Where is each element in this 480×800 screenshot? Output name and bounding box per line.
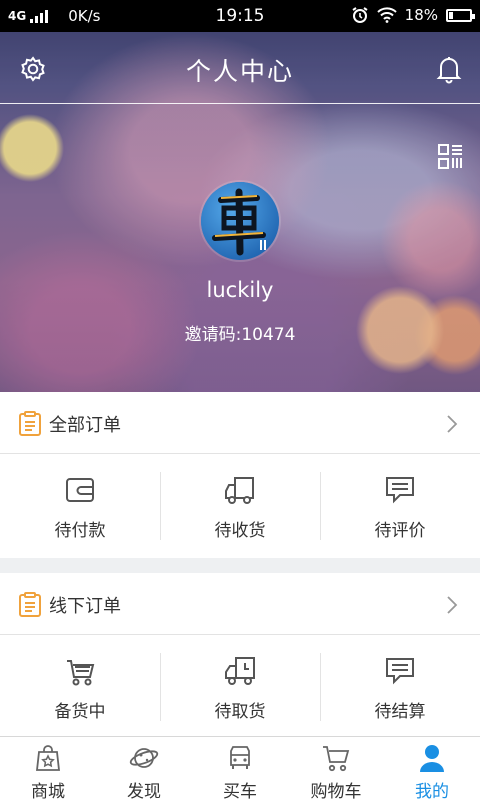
offline-item-label: 备货中	[54, 702, 106, 722]
comment-icon	[386, 477, 414, 504]
notifications-button[interactable]	[434, 54, 464, 84]
avatar[interactable]	[201, 182, 279, 260]
tab-cart[interactable]: 购物车	[288, 737, 384, 800]
qr-code-button[interactable]	[437, 143, 464, 170]
chevron-right-icon	[447, 596, 458, 614]
truck-icon	[225, 477, 254, 504]
tab-label: 购物车	[310, 782, 362, 800]
battery-percent: 18%	[404, 6, 438, 24]
order-pending-payment[interactable]: 待付款	[0, 454, 160, 558]
status-bar: 4G 0K/s 19:15 18%	[0, 0, 480, 32]
avatar-logo	[201, 182, 279, 260]
battery-icon	[446, 8, 475, 22]
top-header: 个人中心	[0, 32, 480, 104]
wifi-icon	[376, 7, 397, 23]
offline-orders-section: 线下订单 备货中 待取货 待结算	[0, 573, 480, 739]
offline-orders-items: 备货中 待取货 待结算	[0, 635, 480, 739]
tab-label: 商城	[31, 782, 65, 800]
order-item-label: 待付款	[54, 521, 106, 541]
tab-label: 发现	[127, 782, 161, 800]
all-orders-title: 全部订单	[49, 415, 121, 436]
offline-orders-header[interactable]: 线下订单	[0, 573, 480, 635]
shop-bag-icon	[35, 745, 61, 771]
order-pending-receipt[interactable]: 待收货	[160, 454, 320, 558]
planet-icon	[129, 748, 159, 768]
tab-discover[interactable]: 发现	[96, 737, 192, 800]
offline-item-label: 待结算	[374, 702, 426, 722]
invite-code: 邀请码:10474	[184, 325, 296, 345]
cart-stock-icon	[67, 660, 95, 686]
order-list-icon	[19, 411, 41, 436]
order-item-label: 待评价	[374, 521, 426, 541]
tab-shop[interactable]: 商城	[0, 737, 96, 800]
bell-icon	[436, 57, 462, 84]
alarm-icon	[352, 7, 368, 23]
pickup-truck-icon	[225, 657, 255, 685]
bottom-tab-bar: 商城 发现 买车 购物车 我的	[0, 736, 480, 800]
tab-label: 买车	[223, 782, 257, 800]
order-pending-review[interactable]: 待评价	[320, 454, 480, 558]
page-title: 个人中心	[185, 57, 294, 86]
wallet-icon	[66, 478, 94, 502]
person-icon	[420, 745, 444, 772]
all-orders-header[interactable]: 全部订单	[0, 392, 480, 454]
chevron-right-icon	[447, 415, 458, 433]
tab-mine[interactable]: 我的	[384, 737, 480, 800]
offline-stocking[interactable]: 备货中	[0, 635, 160, 739]
settle-icon	[386, 658, 414, 685]
all-orders-items: 待付款 待收货 待评价	[0, 454, 480, 558]
offline-item-label: 待取货	[214, 702, 266, 722]
offline-pending-pickup[interactable]: 待取货	[160, 635, 320, 739]
username: luckily	[206, 278, 274, 302]
cart-icon	[323, 746, 350, 772]
header-divider	[0, 103, 480, 104]
order-item-label: 待收货	[214, 521, 266, 541]
qr-code-icon	[438, 144, 462, 169]
tab-label: 我的	[415, 782, 449, 800]
offline-orders-title: 线下订单	[49, 596, 121, 617]
all-orders-section: 全部订单 待付款 待收货 待评价	[0, 392, 480, 558]
status-right: 18%	[351, 6, 475, 24]
car-icon	[230, 746, 250, 769]
tab-buy-car[interactable]: 买车	[192, 737, 288, 800]
offline-pending-settlement[interactable]: 待结算	[320, 635, 480, 739]
battery-fill	[449, 11, 453, 19]
order-list-icon	[19, 592, 41, 617]
